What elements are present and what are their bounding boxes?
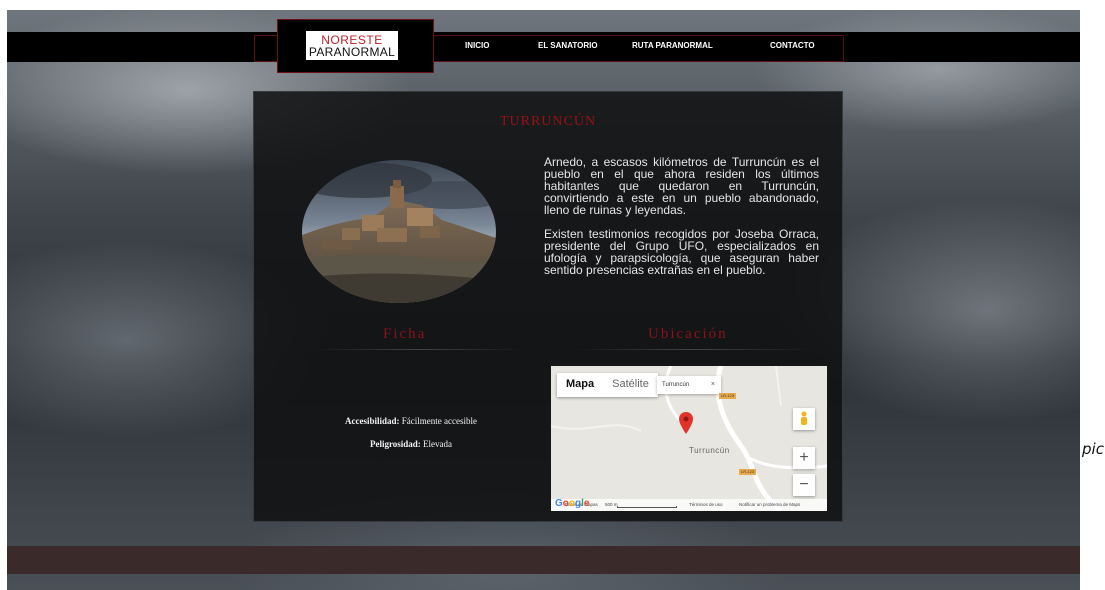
ficha-divider: [314, 349, 524, 350]
logo-badge: NORESTE PARANORMAL: [306, 31, 398, 60]
map-place-label: Turruncún: [689, 446, 730, 455]
map-scale: 500 m: [605, 502, 618, 507]
map-type-tabs: Mapa Satélite: [557, 373, 658, 397]
google-logo: Google: [555, 498, 590, 509]
map-info-text: Turruncún: [662, 382, 690, 388]
page-title: TURRUNCÚN: [499, 114, 597, 129]
map-tab-satelite[interactable]: Satélite: [603, 373, 658, 397]
ubicacion-title: Ubicación: [648, 326, 728, 342]
peligrosidad-label: Peligrosidad:: [369, 439, 421, 449]
ubicacion-divider: [574, 349, 814, 350]
nav-ruta-paranormal[interactable]: RUTA PARANORMAL: [632, 41, 713, 50]
location-map[interactable]: Mapa Satélite Turruncún × LR-123 LR-123 …: [551, 366, 827, 511]
cutoff-caption: pic: [1082, 440, 1104, 458]
village-ruins-image: [302, 160, 496, 303]
road-tag-2: LR-123: [739, 469, 757, 475]
village-photo: [302, 160, 496, 303]
nav-contacto[interactable]: CONTACTO: [770, 41, 815, 50]
road-tag-1: LR-123: [719, 393, 737, 399]
paragraph-1: Arnedo, a escasos kilómetros de Turruncú…: [544, 155, 819, 217]
page-footer: [7, 546, 1080, 574]
nav-inicio[interactable]: INICIO: [465, 41, 489, 50]
peligrosidad-row: Peligrosidad: Elevada: [326, 439, 496, 449]
map-footer: Datos de mapas 500 m Términos de uso Not…: [551, 499, 827, 511]
pegman-icon[interactable]: [793, 408, 815, 430]
peligrosidad-value: Elevada: [423, 439, 453, 449]
content-panel: TURRUNCÚN Arnedo, a escasos kilómetros d…: [253, 91, 843, 522]
paragraph-2: Existen testimonios recogidos por Joseba…: [544, 227, 819, 277]
ficha-title: Ficha: [383, 326, 427, 342]
map-scale-bar: [617, 506, 677, 508]
map-terms-link[interactable]: Términos de uso: [689, 499, 723, 511]
logo-line-2: PARANORMAL: [308, 45, 396, 59]
description-text: Arnedo, a escasos kilómetros de Turruncú…: [544, 156, 819, 288]
accesibilidad-label: Accesibilidad:: [345, 416, 400, 426]
site-logo[interactable]: NORESTE PARANORMAL: [277, 19, 434, 73]
zoom-out-button[interactable]: −: [793, 474, 815, 496]
map-info-window: Turruncún ×: [657, 376, 721, 394]
map-tab-mapa[interactable]: Mapa: [557, 373, 603, 397]
nav-el-sanatorio[interactable]: EL SANATORIO: [538, 41, 598, 50]
zoom-in-button[interactable]: +: [793, 447, 815, 469]
map-report-link[interactable]: Notificar un problema de Maps: [739, 499, 800, 511]
accesibilidad-row: Accesibilidad: Fácilmente accesible: [326, 416, 496, 426]
close-icon[interactable]: ×: [711, 376, 715, 394]
map-pin-icon[interactable]: [679, 412, 693, 434]
accesibilidad-value: Fácilmente accesible: [401, 416, 477, 426]
